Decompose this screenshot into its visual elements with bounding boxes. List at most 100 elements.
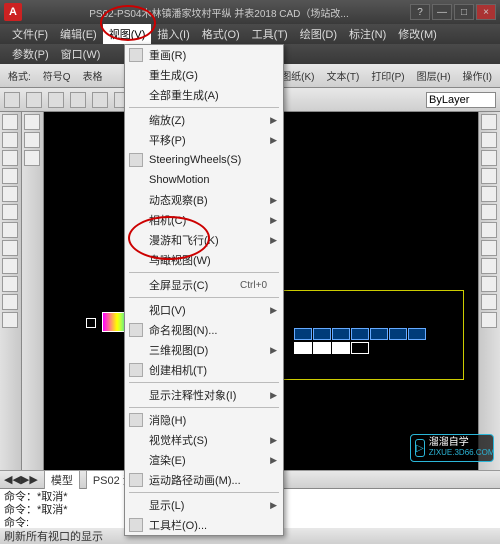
menu-item-1[interactable]: 重生成(G) [125,65,283,85]
tb-format[interactable]: 格式: [4,66,35,85]
erase-icon[interactable] [481,114,497,130]
tb-table[interactable]: 表格 [79,66,107,85]
tab-nav-arrows[interactable]: ◀◀▶▶ [4,473,38,486]
menu-icon [129,413,143,427]
menu-item-label: 相机(C) [149,212,186,228]
minimize-button[interactable]: — [432,4,452,20]
menu-item-16[interactable]: 命名视图(N)... [125,320,283,340]
menu-shortcut: Ctrl+0 [240,280,277,291]
menu-item-label: 视口(V) [149,302,186,318]
submenu-arrow-icon: ▶ [270,195,277,206]
menu-item-label: 显示注释性对象(I) [149,387,236,403]
menu-param[interactable]: 参数(P) [6,44,55,64]
menu-item-15[interactable]: 视口(V)▶ [125,300,283,320]
explode-icon[interactable] [481,312,497,328]
tool-b-icon[interactable] [24,132,40,148]
menu-item-label: 重生成(G) [149,67,198,83]
tb-layer[interactable]: 图层(H) [413,66,455,85]
menu-item-28[interactable]: 工具栏(O)... [125,515,283,535]
play-icon: ▷ [415,439,425,457]
mirror-icon[interactable] [481,150,497,166]
menu-item-7[interactable]: ShowMotion [125,170,283,190]
menu-item-20[interactable]: 显示注释性对象(I) ▶ [125,385,283,405]
menu-item-8[interactable]: 动态观察(B) ▶ [125,190,283,210]
save-icon[interactable] [48,92,64,108]
menu-item-18[interactable]: 创建相机(T) [125,360,283,380]
ellipse-icon[interactable] [2,204,18,220]
maximize-button[interactable]: □ [454,4,474,20]
menu-edit[interactable]: 编辑(E) [54,24,103,44]
rect-icon[interactable] [2,186,18,202]
menu-tools[interactable]: 工具(T) [246,24,294,44]
menu-item-13[interactable]: 全屏显示(C)Ctrl+0 [125,275,283,295]
menu-item-2[interactable]: 全部重生成(A) [125,85,283,105]
tool-c-icon[interactable] [24,150,40,166]
fillet-icon[interactable] [481,294,497,310]
help-button[interactable]: ? [410,4,430,20]
color-combo[interactable]: ByLayer [426,92,496,108]
trim-icon[interactable] [481,258,497,274]
menu-item-27[interactable]: 显示(L)▶ [125,495,283,515]
menu-item-0[interactable]: 重画(R) [125,45,283,65]
menu-item-25[interactable]: 运动路径动画(M)... [125,470,283,490]
menu-item-17[interactable]: 三维视图(D)▶ [125,340,283,360]
line-icon[interactable] [2,114,18,130]
close-button[interactable]: × [476,4,496,20]
circle-icon[interactable] [2,150,18,166]
menu-item-10[interactable]: 漫游和飞行(K)▶ [125,230,283,250]
table-icon[interactable] [2,294,18,310]
move-icon[interactable] [481,204,497,220]
menu-draw[interactable]: 绘图(D) [294,24,343,44]
menu-view[interactable]: 视图(V) [103,24,152,44]
tool-a-icon[interactable] [24,114,40,130]
menu-item-9[interactable]: 相机(C)▶ [125,210,283,230]
menu-item-24[interactable]: 渲染(E)▶ [125,450,283,470]
region-icon[interactable] [2,312,18,328]
hatch-icon[interactable] [2,222,18,238]
menu-modify[interactable]: 修改(M) [392,24,443,44]
submenu-arrow-icon: ▶ [270,500,277,511]
menu-item-11[interactable]: 鸟瞰视图(W) [125,250,283,270]
menu-format[interactable]: 格式(O) [196,24,246,44]
menu-insert[interactable]: 描入(I) [151,24,195,44]
scale-icon[interactable] [481,240,497,256]
polyline-icon[interactable] [2,132,18,148]
menu-item-23[interactable]: 视觉样式(S)▶ [125,430,283,450]
point-icon[interactable] [2,240,18,256]
submenu-arrow-icon: ▶ [270,390,277,401]
tb-ops[interactable]: 操作(I) [459,66,496,85]
submenu-arrow-icon: ▶ [270,135,277,146]
offset-icon[interactable] [481,168,497,184]
menu-item-label: 重画(R) [149,47,186,63]
canvas-small-rect [86,318,96,328]
array-icon[interactable] [481,186,497,202]
print-icon[interactable] [70,92,86,108]
text-icon[interactable] [2,258,18,274]
menu-item-label: 动态观察(B) [149,192,208,208]
extend-icon[interactable] [481,276,497,292]
open-icon[interactable] [26,92,42,108]
cut-icon[interactable] [92,92,108,108]
new-icon[interactable] [4,92,20,108]
menu-icon [129,153,143,167]
tb-symbol[interactable]: 符号Q [39,66,75,85]
copy2-icon[interactable] [481,132,497,148]
submenu-arrow-icon: ▶ [270,345,277,356]
menu-item-5[interactable]: 平移(P)▶ [125,130,283,150]
tab-model[interactable]: 模型 [44,470,80,489]
block-icon[interactable] [2,276,18,292]
menu-item-label: 缩放(Z) [149,112,185,128]
menu-dimension[interactable]: 标注(N) [343,24,392,44]
arc-icon[interactable] [2,168,18,184]
menu-icon [129,363,143,377]
tb-text[interactable]: 文本(T) [323,66,364,85]
menu-window[interactable]: 窗口(W) [55,44,107,64]
menu-file[interactable]: 文件(F) [6,24,54,44]
menu-item-label: 运动路径动画(M)... [149,472,241,488]
menu-item-22[interactable]: 消隐(H) [125,410,283,430]
menu-item-6[interactable]: SteeringWheels(S) [125,150,283,170]
menu-item-label: 全部重生成(A) [149,87,219,103]
rotate-icon[interactable] [481,222,497,238]
menu-item-4[interactable]: 缩放(Z)▶ [125,110,283,130]
tb-print[interactable]: 打印(P) [367,66,408,85]
